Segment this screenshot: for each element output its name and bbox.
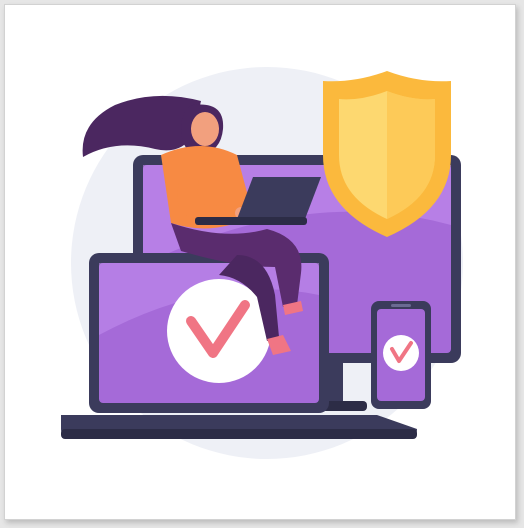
smartphone-icon (371, 301, 431, 409)
image-frame (4, 4, 516, 520)
secure-devices-illustration (61, 67, 463, 459)
